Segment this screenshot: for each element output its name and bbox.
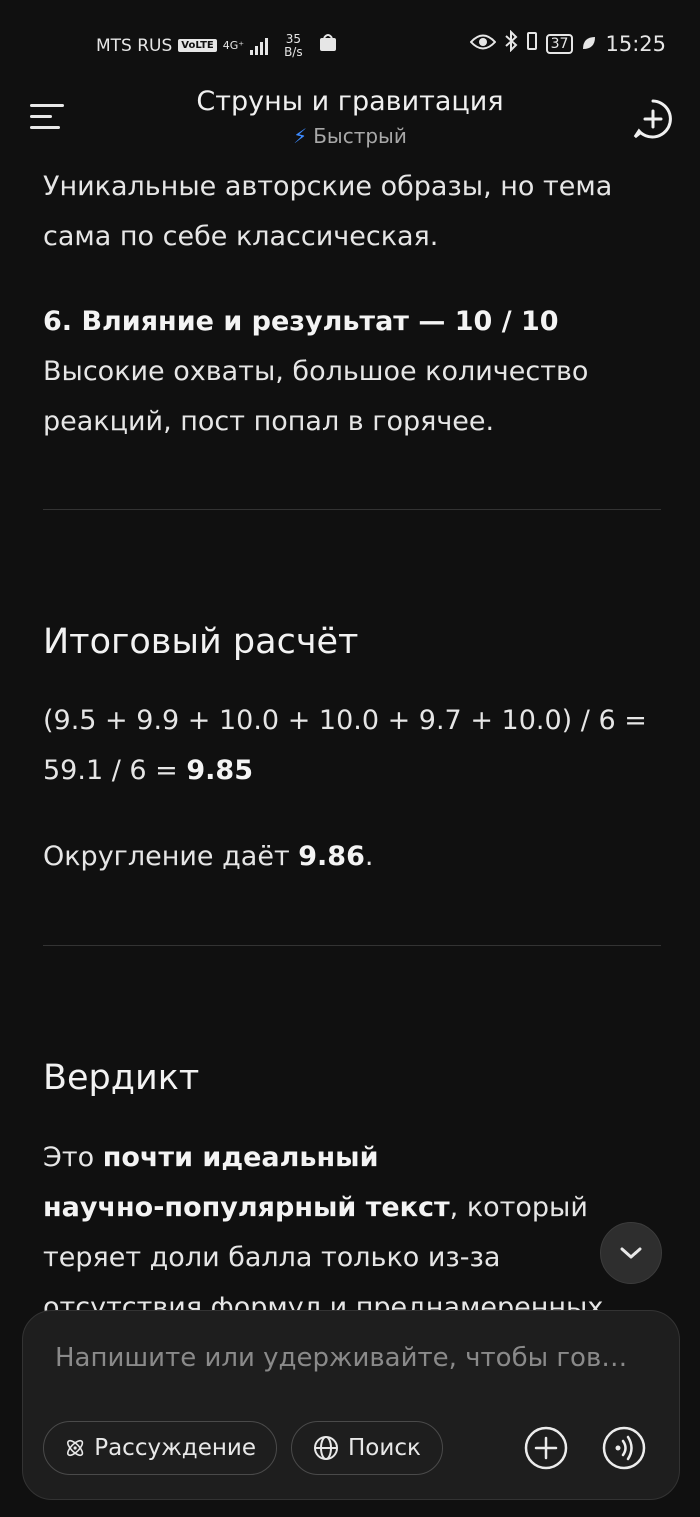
verdict-paragraph: Это почти идеальный научно-популярный те… — [43, 1133, 663, 1333]
chat-title[interactable]: Струны и гравитация — [0, 86, 700, 117]
status-left: MTS RUS VoLTE 4G⁺ 35 B/s — [96, 32, 339, 59]
calc-block: (9.5 + 9.9 + 10.0 + 10.0 + 9.7 + 10.0) /… — [43, 696, 663, 796]
network-type: 4G⁺ — [222, 39, 245, 52]
voice-icon — [602, 1426, 646, 1470]
plus-icon — [524, 1426, 568, 1470]
reasoning-label: Рассуждение — [94, 1435, 256, 1461]
eye-icon — [469, 32, 497, 56]
divider — [43, 945, 661, 946]
speed-value: 35 — [285, 31, 301, 46]
text-line: Уникальные авторские образы, но тема — [43, 171, 613, 202]
search-label: Поиск — [348, 1435, 421, 1461]
search-button[interactable]: Поиск — [291, 1421, 443, 1475]
text-line: Это почти идеальный — [43, 1142, 379, 1173]
status-bar: MTS RUS VoLTE 4G⁺ 35 B/s 37 15:25 — [0, 28, 700, 60]
text-line: научно-популярный текст, который — [43, 1192, 588, 1223]
verdict-heading: Вердикт — [43, 1058, 200, 1098]
section-6-title: 6. Влияние и результат — 10 / 10 — [43, 306, 559, 337]
composer-panel: Рассуждение Поиск — [22, 1310, 680, 1500]
bolt-icon: ⚡ — [293, 124, 308, 148]
reasoning-button[interactable]: Рассуждение — [43, 1421, 277, 1475]
scroll-to-bottom-button[interactable] — [600, 1222, 662, 1284]
chevron-down-icon — [620, 1247, 642, 1259]
text-line: теряет доли балла только из-за — [43, 1242, 501, 1273]
battery-indicator: 37 — [545, 33, 574, 54]
calc-line: 59.1 / 6 = 9.85 — [43, 755, 253, 786]
model-mode-label: Быстрый — [313, 124, 407, 148]
new-chat-icon — [633, 99, 672, 139]
globe-icon — [314, 1436, 338, 1460]
paragraph-intro: Уникальные авторские образы, но тема сам… — [43, 162, 663, 262]
divider — [43, 509, 661, 510]
section-6: 6. Влияние и результат — 10 / 10 Высокие… — [43, 297, 663, 447]
calc-line: (9.5 + 9.9 + 10.0 + 10.0 + 9.7 + 10.0) /… — [43, 705, 647, 736]
new-chat-button[interactable] — [632, 98, 674, 140]
text-line: сама по себе классическая. — [43, 221, 439, 252]
voice-button[interactable] — [601, 1425, 647, 1471]
rounding-line: Округление даёт 9.86. — [43, 841, 374, 872]
speed-unit: B/s — [284, 44, 303, 59]
network-speed: 35 B/s — [284, 31, 303, 59]
total-heading: Итоговый расчёт — [43, 622, 359, 662]
add-attachment-button[interactable] — [523, 1425, 569, 1471]
leaf-icon — [581, 32, 597, 56]
atom-icon — [67, 1439, 84, 1457]
message-input[interactable] — [53, 1337, 647, 1379]
chat-header: Струны и гравитация ⚡ Быстрый — [0, 82, 700, 162]
carrier-name: MTS RUS — [96, 35, 173, 56]
text-line: реакций, пост попал в горячее. — [43, 406, 495, 437]
app-notification-icon — [317, 32, 339, 59]
calc-result: 9.85 — [186, 755, 253, 786]
clock: 15:25 — [605, 31, 666, 56]
bluetooth-icon — [504, 29, 518, 57]
model-mode[interactable]: ⚡ Быстрый — [0, 124, 700, 148]
vibrate-icon — [526, 30, 538, 57]
rounded-value: 9.86 — [298, 841, 365, 872]
signal-icon — [250, 37, 269, 55]
text-line: Высокие охваты, большое количество — [43, 356, 589, 387]
volte-badge: VoLTE — [178, 39, 217, 52]
status-right: 37 15:25 — [469, 29, 666, 57]
